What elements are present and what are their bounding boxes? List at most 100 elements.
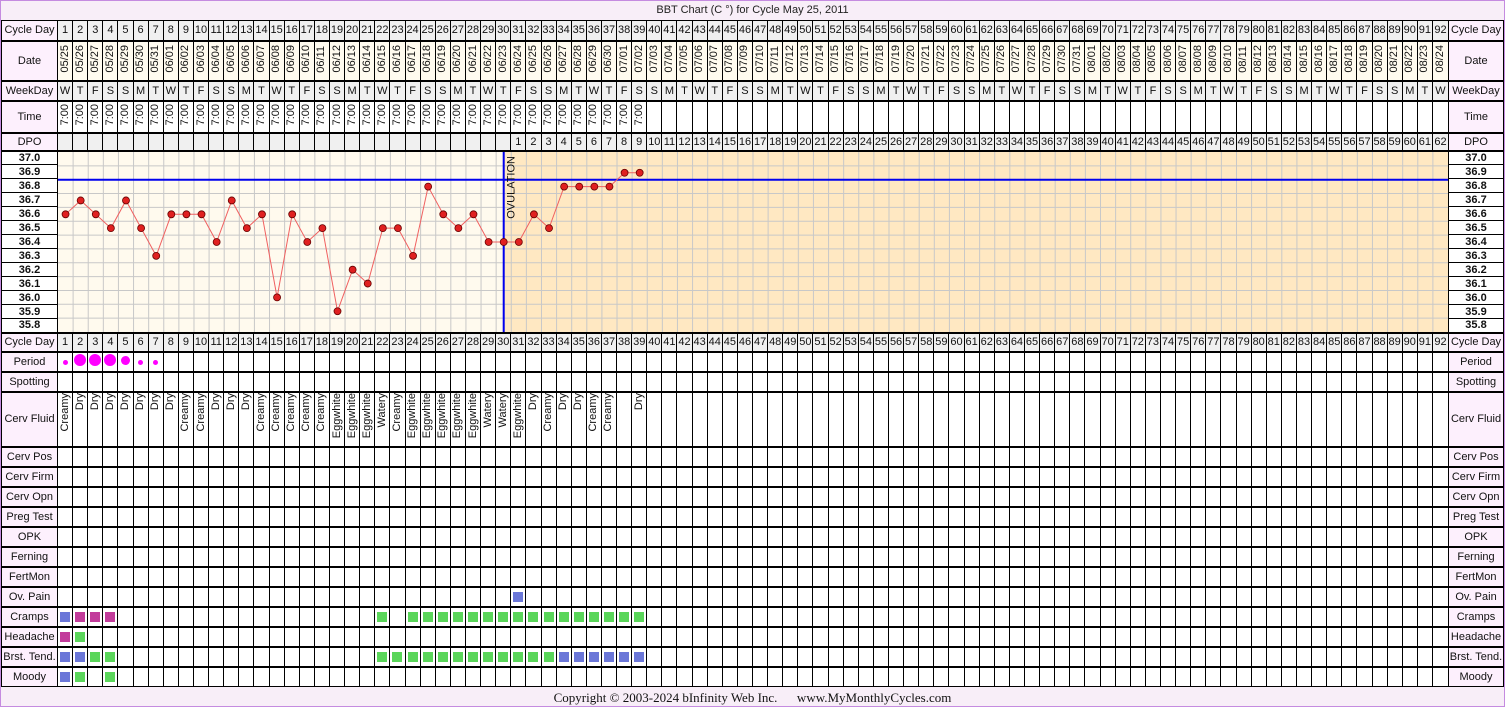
cerv-fluid-cell[interactable] <box>1295 390 1313 447</box>
brst-tend-cell[interactable] <box>1114 645 1131 667</box>
moody-cell[interactable] <box>1205 665 1222 687</box>
cramps-cell[interactable] <box>676 605 693 627</box>
cerv-pos-cell[interactable] <box>1205 445 1222 467</box>
time-cell[interactable]: 7:00 <box>102 99 119 133</box>
headache-cell[interactable] <box>691 625 708 647</box>
moody-cell[interactable] <box>646 665 663 687</box>
spotting-cell[interactable] <box>1371 370 1388 392</box>
cerv-fluid-cell[interactable]: Dry <box>117 390 134 447</box>
ov-pain-cell[interactable] <box>570 585 587 607</box>
headache-cell[interactable] <box>56 625 74 647</box>
moody-cell[interactable] <box>1356 665 1373 687</box>
preg-test-cell[interactable] <box>963 505 980 527</box>
preg-test-cell[interactable] <box>162 505 179 527</box>
cerv-pos-cell[interactable] <box>1099 445 1116 467</box>
spotting-cell[interactable] <box>1099 370 1116 392</box>
ferning-cell[interactable] <box>510 545 527 567</box>
moody-cell[interactable] <box>888 665 905 687</box>
opk-cell[interactable] <box>616 525 633 547</box>
cycle-day-cell[interactable]: 86 <box>1341 20 1358 41</box>
spotting-cell[interactable] <box>1159 370 1177 392</box>
cramps-cell[interactable] <box>495 605 512 627</box>
preg-test-cell[interactable] <box>1371 505 1388 527</box>
date-cell[interactable]: 08/17 <box>1326 39 1343 81</box>
cerv-firm-cell[interactable] <box>525 465 542 487</box>
spotting-cell[interactable] <box>192 370 210 392</box>
spotting-cell[interactable] <box>646 370 663 392</box>
cycle-day-cell[interactable]: 60 <box>948 20 965 41</box>
cycle-day-cell[interactable]: 43 <box>691 331 708 352</box>
cerv-firm-cell[interactable] <box>706 465 723 487</box>
fertmon-cell[interactable] <box>1099 565 1116 587</box>
cerv-firm-cell[interactable] <box>1175 465 1192 487</box>
cerv-fluid-cell[interactable] <box>1205 390 1222 447</box>
brst-tend-cell[interactable] <box>313 645 330 667</box>
opk-cell[interactable] <box>812 525 829 547</box>
ov-pain-cell[interactable] <box>1129 585 1146 607</box>
weekday-cell[interactable]: S <box>223 79 240 101</box>
fertmon-cell[interactable] <box>752 565 769 587</box>
date-cell[interactable]: 08/03 <box>1114 39 1131 81</box>
moody-cell[interactable] <box>117 665 134 687</box>
ov-pain-cell[interactable] <box>359 585 376 607</box>
cerv-pos-cell[interactable] <box>72 445 89 467</box>
cerv-fluid-cell[interactable]: Dry <box>162 390 179 447</box>
cycle-day-cell[interactable]: 61 <box>963 331 980 352</box>
dpo-cell[interactable]: 3 <box>540 131 557 151</box>
cerv-opn-cell[interactable] <box>1159 485 1177 507</box>
cerv-pos-cell[interactable] <box>752 445 769 467</box>
dpo-cell[interactable]: 32 <box>978 131 995 151</box>
spotting-cell[interactable] <box>223 370 240 392</box>
cycle-day-cell[interactable]: 20 <box>344 331 361 352</box>
cerv-pos-cell[interactable] <box>344 445 361 467</box>
ferning-cell[interactable] <box>223 545 240 567</box>
fertmon-cell[interactable] <box>1144 565 1161 587</box>
weekday-cell[interactable]: M <box>872 79 890 101</box>
dpo-cell[interactable]: 17 <box>752 131 769 151</box>
preg-test-cell[interactable] <box>631 505 648 527</box>
dpo-cell[interactable] <box>132 131 149 151</box>
cerv-opn-cell[interactable] <box>1265 485 1282 507</box>
period-cell[interactable] <box>1250 350 1267 372</box>
headache-cell[interactable] <box>374 625 391 647</box>
weekday-cell[interactable]: W <box>585 79 602 101</box>
date-cell[interactable]: 06/05 <box>223 39 240 81</box>
cerv-firm-cell[interactable] <box>1159 465 1177 487</box>
brst-tend-cell[interactable] <box>540 645 557 667</box>
moody-cell[interactable] <box>1039 665 1056 687</box>
cerv-firm-cell[interactable] <box>1190 465 1207 487</box>
cerv-fluid-cell[interactable] <box>752 390 769 447</box>
period-cell[interactable] <box>1311 350 1328 372</box>
ferning-cell[interactable] <box>1371 545 1388 567</box>
preg-test-cell[interactable] <box>208 505 225 527</box>
time-cell[interactable] <box>948 99 965 133</box>
date-cell[interactable]: 06/09 <box>283 39 300 81</box>
cerv-opn-cell[interactable] <box>1190 485 1207 507</box>
date-cell[interactable]: 06/17 <box>404 39 421 81</box>
cycle-day-cell[interactable]: 39 <box>631 20 648 41</box>
dpo-cell[interactable] <box>56 131 74 151</box>
dpo-cell[interactable]: 7 <box>600 131 618 151</box>
headache-cell[interactable] <box>495 625 512 647</box>
cramps-cell[interactable] <box>661 605 678 627</box>
opk-cell[interactable] <box>1265 525 1282 547</box>
cramps-cell[interactable] <box>888 605 905 627</box>
ferning-cell[interactable] <box>419 545 436 567</box>
cerv-firm-cell[interactable] <box>993 465 1010 487</box>
brst-tend-cell[interactable] <box>72 645 89 667</box>
cramps-cell[interactable] <box>253 605 270 627</box>
moody-cell[interactable] <box>631 665 648 687</box>
cerv-pos-cell[interactable] <box>1175 445 1192 467</box>
date-cell[interactable]: 08/13 <box>1265 39 1282 81</box>
cramps-cell[interactable] <box>208 605 225 627</box>
fertmon-cell[interactable] <box>313 565 330 587</box>
ferning-cell[interactable] <box>752 545 769 567</box>
brst-tend-cell[interactable] <box>253 645 270 667</box>
cerv-pos-cell[interactable] <box>56 445 74 467</box>
spotting-cell[interactable] <box>1008 370 1026 392</box>
cycle-day-cell[interactable]: 85 <box>1326 331 1343 352</box>
opk-cell[interactable] <box>344 525 361 547</box>
dpo-cell[interactable]: 60 <box>1401 131 1418 151</box>
period-cell[interactable] <box>102 350 119 372</box>
fertmon-cell[interactable] <box>1235 565 1252 587</box>
